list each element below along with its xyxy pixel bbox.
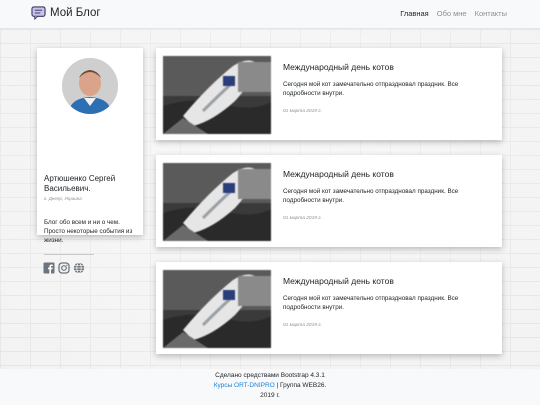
post-title[interactable]: Международный день котов [283, 276, 394, 286]
post-date: 01 марта 2019 г. [283, 216, 322, 221]
post-image[interactable] [163, 163, 271, 241]
post-text: Сегодня мой кот замечательно отпразднова… [283, 295, 459, 311]
globe-icon[interactable] [73, 261, 85, 274]
nav-home[interactable]: Главная [400, 9, 429, 18]
instagram-icon[interactable] [58, 261, 70, 274]
post-image[interactable] [163, 56, 271, 134]
nav-contacts[interactable]: Контакты [475, 9, 507, 18]
post-card[interactable]: Международный день котов Сегодня мой кот… [156, 48, 502, 140]
post-image[interactable] [163, 270, 271, 348]
profile-description: Блог обо всем и ни о чем. Просто некотор… [44, 219, 133, 244]
brand-title: Мой Блог [50, 7, 101, 19]
facebook-icon[interactable] [43, 261, 55, 274]
footer-course-line: Курсы ORT-DNIPRO | Группа WEB26. [0, 381, 540, 391]
brand[interactable]: Мой Блог [31, 6, 101, 20]
footer-group: | Группа WEB26. [274, 382, 327, 389]
profile-name: Артюшенко Сергей Васильевич. [44, 174, 116, 193]
profile-city: г. Днепр, Украина [44, 196, 82, 201]
post-title[interactable]: Международный день котов [283, 62, 394, 72]
footer: Сделано средствами Bootstrap 4.3.1 Курсы… [0, 369, 540, 405]
chat-icon [31, 6, 46, 20]
nav-about[interactable]: Обо мне [437, 9, 467, 18]
post-card[interactable]: Международный день котов Сегодня мой кот… [156, 262, 502, 354]
footer-credit: Сделано средствами Bootstrap 4.3.1 [215, 372, 325, 379]
footer-course-link[interactable]: Курсы ORT-DNIPRO [214, 382, 275, 389]
post-text: Сегодня мой кот замечательно отпразднова… [283, 81, 459, 97]
avatar [62, 58, 118, 114]
navbar: Мой Блог Главная Обо мне Контакты [0, 0, 540, 29]
post-title[interactable]: Международный день котов [283, 169, 394, 179]
post-date: 01 марта 2019 г. [283, 323, 322, 328]
post-date: 01 марта 2019 г. [283, 109, 322, 114]
profile-card: Артюшенко Сергей Васильевич. г. Днепр, У… [37, 48, 143, 274]
nav-links: Главная Обо мне Контакты [400, 9, 507, 18]
social-links [43, 261, 85, 274]
post-card[interactable]: Международный день котов Сегодня мой кот… [156, 155, 502, 247]
post-text: Сегодня мой кот замечательно отпразднова… [283, 188, 459, 204]
divider [44, 254, 94, 255]
footer-year: 2019 г. [260, 392, 280, 399]
